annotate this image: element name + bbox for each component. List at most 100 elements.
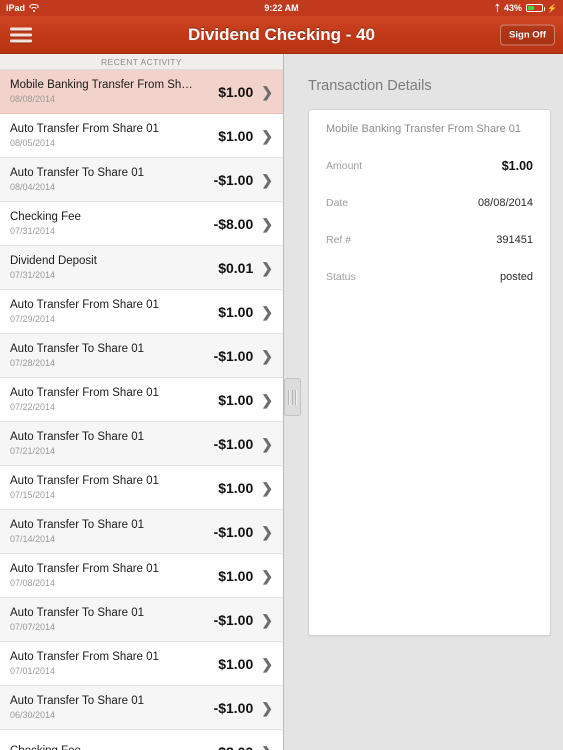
transaction-row-texts: Auto Transfer To Share 01 07/21/2014: [10, 430, 214, 457]
transaction-amount: -$1.00: [213, 435, 254, 452]
transaction-row[interactable]: Auto Transfer To Share 01 07/21/2014 -$1.0…: [0, 422, 283, 466]
transaction-row-texts: Auto Transfer To Share 01 06/30/2014: [10, 694, 214, 721]
transaction-row[interactable]: Checking Fee 07/31/2014 -$8.00 ❯: [0, 202, 283, 246]
transaction-description: Auto Transfer To Share 01: [10, 343, 145, 355]
transaction-row[interactable]: Auto Transfer To Share 01 06/30/2014 -$1.0…: [0, 686, 283, 730]
transaction-date: 07/31/2014: [10, 270, 56, 280]
transaction-row[interactable]: Auto Transfer To Share 01 07/07/2014 -$1.0…: [0, 598, 283, 642]
transaction-row-texts: Auto Transfer To Share 01 07/14/2014: [10, 518, 214, 545]
transaction-row[interactable]: Auto Transfer From Share 01 07/15/2014 $1.…: [0, 466, 283, 510]
transaction-row-texts: Mobile Banking Transfer From Sh… 08/08/20…: [10, 78, 218, 105]
transaction-row-texts: Auto Transfer From Share 01 07/22/2014: [10, 386, 218, 413]
detail-field-label: Date: [326, 197, 349, 209]
transaction-description: Auto Transfer To Share 01: [10, 167, 145, 179]
transaction-amount: $1.00: [218, 303, 254, 320]
status-bar: iPad 9:22 AM ᛏ 43% ⚡: [0, 0, 563, 16]
transaction-description: Auto Transfer To Share 01: [10, 431, 145, 443]
transaction-description: Auto Transfer From Share 01: [10, 299, 159, 311]
split-view: RECENT ACTIVITY Mobile Banking Transfer …: [0, 54, 563, 750]
detail-field-row: Date 08/08/2014: [326, 195, 533, 211]
transaction-date: 07/08/2014: [10, 578, 56, 588]
detail-field-row: Amount $1.00: [326, 158, 533, 174]
chevron-right-icon: ❯: [261, 655, 273, 672]
detail-card: Mobile Banking Transfer From Share 01 Am…: [308, 109, 551, 636]
detail-field-value: $1.00: [501, 159, 533, 173]
transaction-description: Auto Transfer From Share 01: [10, 563, 159, 575]
transaction-row[interactable]: Dividend Deposit 07/31/2014 $0.01 ❯: [0, 246, 283, 290]
battery-icon: [526, 4, 546, 12]
transaction-row-texts: Auto Transfer To Share 01 08/04/2014: [10, 166, 214, 193]
transaction-row-texts: Auto Transfer From Share 01 07/01/2014: [10, 650, 218, 677]
status-bar-left: iPad: [6, 3, 39, 13]
transaction-row-texts: Auto Transfer To Share 01 07/28/2014: [10, 342, 214, 369]
detail-field-label: Ref #: [326, 234, 352, 246]
transaction-row-texts: Auto Transfer From Share 01 07/15/2014: [10, 474, 218, 501]
clock-label: 9:22 AM: [264, 3, 299, 13]
charging-bolt-icon: ⚡: [547, 3, 557, 13]
detail-title: Transaction Details: [308, 78, 432, 94]
transaction-date: 06/30/2014: [10, 710, 56, 720]
transaction-row[interactable]: Auto Transfer From Share 01 08/05/2014 $1.…: [0, 114, 283, 158]
detail-field-value: posted: [499, 271, 533, 283]
transaction-description: Mobile Banking Transfer From Sh…: [10, 79, 193, 91]
transaction-row[interactable]: Auto Transfer To Share 01 08/04/2014 -$1.0…: [0, 158, 283, 202]
chevron-right-icon: ❯: [261, 215, 273, 232]
page-title: Dividend Checking - 40: [187, 24, 376, 44]
transaction-row-texts: Checking Fee: [10, 744, 214, 750]
detail-field-label: Amount: [326, 160, 363, 172]
transaction-date: 07/28/2014: [10, 358, 56, 368]
transaction-row[interactable]: Auto Transfer From Share 01 07/29/2014 $1.…: [0, 290, 283, 334]
transaction-date: 07/01/2014: [10, 666, 56, 676]
chevron-right-icon: ❯: [261, 83, 273, 100]
sign-off-button[interactable]: Sign Off: [500, 24, 555, 45]
transaction-row[interactable]: Auto Transfer To Share 01 07/14/2014 -$1.0…: [0, 510, 283, 554]
chevron-right-icon: ❯: [261, 259, 273, 276]
chevron-right-icon: ❯: [261, 611, 273, 628]
device-label: iPad: [6, 3, 26, 13]
recent-activity-header: RECENT ACTIVITY: [0, 54, 283, 70]
transaction-amount: $1.00: [218, 567, 254, 584]
chevron-right-icon: ❯: [261, 479, 273, 496]
transaction-row[interactable]: Checking Fee -$8.00 ❯: [0, 730, 283, 750]
transaction-description: Auto Transfer To Share 01: [10, 519, 145, 531]
hamburger-menu-icon[interactable]: [10, 24, 32, 45]
transaction-date: 07/21/2014: [10, 446, 56, 456]
splitter-drag-handle[interactable]: [284, 378, 301, 416]
transaction-amount: $0.01: [218, 259, 254, 276]
transaction-row-texts: Dividend Deposit 07/31/2014: [10, 254, 218, 281]
transaction-detail-pane: Transaction Details Mobile Banking Trans…: [285, 54, 563, 750]
transaction-row-texts: Auto Transfer To Share 01 07/07/2014: [10, 606, 214, 633]
transaction-amount: -$1.00: [213, 523, 254, 540]
transaction-description: Auto Transfer From Share 01: [10, 123, 159, 135]
transaction-description: Auto Transfer From Share 01: [10, 387, 159, 399]
transaction-amount: -$1.00: [213, 611, 254, 628]
status-bar-right: ᛏ 43% ⚡: [495, 3, 557, 13]
transaction-amount: -$8.00: [213, 215, 254, 232]
transaction-description: Auto Transfer To Share 01: [10, 607, 145, 619]
transaction-date: 07/31/2014: [10, 226, 56, 236]
transaction-row[interactable]: Auto Transfer From Share 01 07/01/2014 $1.…: [0, 642, 283, 686]
chevron-right-icon: ❯: [261, 745, 273, 750]
transaction-date: 08/05/2014: [10, 138, 56, 148]
transaction-date: 07/15/2014: [10, 490, 56, 500]
transaction-row-texts: Auto Transfer From Share 01 08/05/2014: [10, 122, 218, 149]
transaction-row[interactable]: Auto Transfer To Share 01 07/28/2014 -$1.0…: [0, 334, 283, 378]
transaction-row[interactable]: Mobile Banking Transfer From Sh… 08/08/20…: [0, 70, 283, 114]
transaction-row[interactable]: Auto Transfer From Share 01 07/22/2014 $1.…: [0, 378, 283, 422]
transaction-amount: $1.00: [218, 479, 254, 496]
chevron-right-icon: ❯: [261, 347, 273, 364]
transaction-amount: -$1.00: [213, 347, 254, 364]
transaction-row-texts: Auto Transfer From Share 01 07/08/2014: [10, 562, 218, 589]
transaction-date: 08/08/2014: [10, 94, 56, 104]
chevron-right-icon: ❯: [261, 391, 273, 408]
transaction-date: 07/22/2014: [10, 402, 56, 412]
transaction-amount: $1.00: [218, 83, 254, 100]
transaction-amount: $1.00: [218, 391, 254, 408]
transaction-row[interactable]: Auto Transfer From Share 01 07/08/2014 $1.…: [0, 554, 283, 598]
chevron-right-icon: ❯: [261, 303, 273, 320]
transaction-list-pane: RECENT ACTIVITY Mobile Banking Transfer …: [0, 54, 284, 750]
transaction-description: Checking Fee: [10, 744, 210, 750]
detail-field-row: Status posted: [326, 269, 533, 285]
transaction-amount: -$1.00: [213, 171, 254, 188]
transaction-date: 07/29/2014: [10, 314, 56, 324]
